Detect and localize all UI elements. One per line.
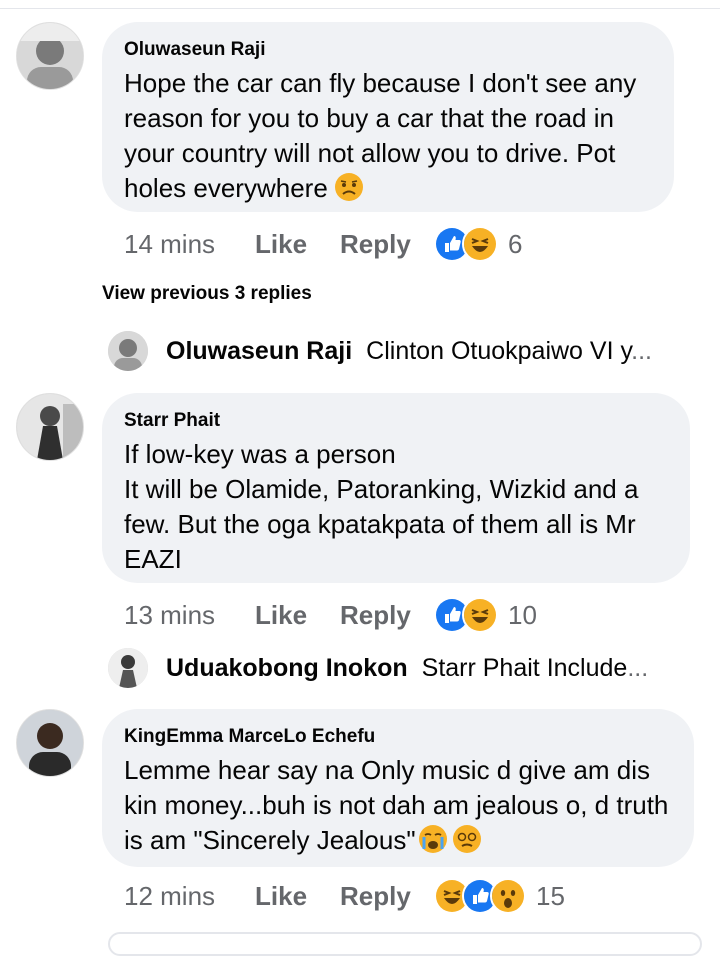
comment-timestamp[interactable]: 13 mins <box>124 600 255 631</box>
avatar[interactable] <box>16 22 84 90</box>
reaction-summary[interactable]: 10 <box>434 597 537 633</box>
comment-text: Lemme hear say na Only music d give am d… <box>124 755 669 855</box>
comment-actions: 14 mins Like Reply 6 <box>124 224 522 264</box>
reply-preview[interactable]: Uduakobong Inokon Starr Phait Include... <box>108 645 648 691</box>
like-button[interactable]: Like <box>255 600 340 631</box>
avatar[interactable] <box>108 331 148 371</box>
reply-button[interactable]: Reply <box>340 229 434 260</box>
top-divider <box>0 0 720 9</box>
reaction-summary[interactable]: 15 <box>434 878 565 914</box>
view-previous-replies-link[interactable]: View previous 3 replies <box>102 283 312 305</box>
reply-button[interactable]: Reply <box>340 600 434 631</box>
comment-author[interactable]: KingEmma MarceLo Echefu <box>124 725 670 749</box>
like-button[interactable]: Like <box>255 229 340 260</box>
haha-reaction-icon <box>462 226 498 262</box>
next-comment-edge <box>108 932 702 956</box>
comment-bubble: KingEmma MarceLo Echefu Lemme hear say n… <box>102 709 694 867</box>
comment-bubble: Starr Phait If low-key was a person It w… <box>102 393 690 583</box>
dizzy-face-icon <box>452 824 482 854</box>
crying-face-icon <box>418 824 448 854</box>
reply-author[interactable]: Uduakobong Inokon <box>166 654 408 683</box>
reply-author[interactable]: Oluwaseun Raji <box>166 337 352 366</box>
comment-author[interactable]: Oluwaseun Raji <box>124 38 650 62</box>
comment-author[interactable]: Starr Phait <box>124 409 666 433</box>
comment-text: If low-key was a person It will be Olami… <box>124 439 639 574</box>
comment-timestamp[interactable]: 14 mins <box>124 229 255 260</box>
worried-face-icon <box>334 172 364 202</box>
reaction-summary[interactable]: 6 <box>434 226 522 262</box>
reaction-count: 15 <box>536 880 565 911</box>
wow-reaction-icon <box>490 878 526 914</box>
comment-bubble: Oluwaseun Raji Hope the car can fly beca… <box>102 22 674 212</box>
avatar[interactable] <box>16 393 84 461</box>
avatar[interactable] <box>108 648 148 688</box>
reply-button[interactable]: Reply <box>340 881 434 912</box>
comment-timestamp[interactable]: 12 mins <box>124 881 255 912</box>
reaction-count: 6 <box>508 228 523 259</box>
haha-reaction-icon <box>462 597 498 633</box>
comment-actions: 12 mins Like Reply 15 <box>124 876 565 916</box>
avatar[interactable] <box>16 709 84 777</box>
reply-text: Clinton Otuokpaiwo VI y... <box>366 336 652 365</box>
reaction-count: 10 <box>508 599 537 630</box>
comment-actions: 13 mins Like Reply 10 <box>124 595 537 635</box>
like-button[interactable]: Like <box>255 881 340 912</box>
comment-text: Hope the car can fly because I don't see… <box>124 68 637 203</box>
reply-text: Starr Phait Include... <box>421 653 649 682</box>
reply-preview[interactable]: Oluwaseun Raji Clinton Otuokpaiwo VI y..… <box>108 328 652 374</box>
